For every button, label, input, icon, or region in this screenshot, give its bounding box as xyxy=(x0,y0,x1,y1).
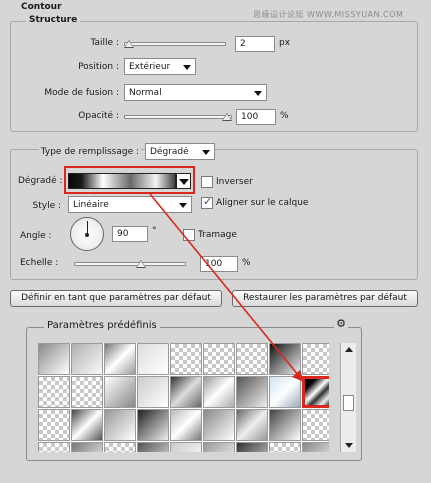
taille-input[interactable]: 2 xyxy=(235,36,275,52)
preset-tile[interactable] xyxy=(38,442,70,452)
watermark: 思缘设计论坛 WWW.MISSYUAN.COM xyxy=(253,10,404,19)
preset-tile[interactable] xyxy=(104,376,136,408)
preset-tile[interactable] xyxy=(38,376,70,408)
angle-label: Angle : xyxy=(20,231,52,241)
chevron-down-icon xyxy=(179,179,189,185)
chevron-down-icon xyxy=(183,65,191,70)
structure-legend: Structure xyxy=(26,15,81,25)
opacite-input[interactable]: 100 xyxy=(236,109,276,125)
tramage-checkbox[interactable] xyxy=(183,229,195,241)
angle-unit: ° xyxy=(152,226,157,236)
mode-select-value: Normal xyxy=(129,88,162,98)
preset-tile[interactable] xyxy=(137,376,169,408)
taille-label: Taille : xyxy=(90,38,119,48)
echelle-slider-thumb[interactable] xyxy=(136,260,146,268)
preset-tile[interactable] xyxy=(170,343,202,375)
preset-tile[interactable] xyxy=(71,376,103,408)
angle-input[interactable]: 90 xyxy=(112,226,148,242)
position-select-value: Extérieur xyxy=(129,62,171,72)
chevron-down-icon xyxy=(179,203,187,208)
preset-tile[interactable] xyxy=(137,442,169,452)
preset-tile[interactable] xyxy=(269,409,301,441)
preset-tile[interactable] xyxy=(269,376,301,408)
position-label: Position : xyxy=(78,62,119,72)
preset-tile[interactable] xyxy=(269,343,301,375)
restore-default-button[interactable]: Restaurer les paramètres par défaut xyxy=(232,290,418,307)
mode-label: Mode de fusion : xyxy=(44,88,119,98)
taille-slider-thumb[interactable] xyxy=(124,40,134,48)
preset-tile[interactable] xyxy=(137,409,169,441)
preset-tile[interactable] xyxy=(269,442,301,452)
taille-slider[interactable] xyxy=(124,42,226,46)
type-label: Type de remplissage : xyxy=(38,147,141,157)
preset-tile[interactable] xyxy=(170,376,202,408)
echelle-unit: % xyxy=(242,258,251,268)
angle-dial[interactable] xyxy=(70,217,104,251)
presets-scrollbar[interactable] xyxy=(340,343,356,452)
type-select[interactable]: Dégradé xyxy=(145,143,215,160)
preset-tile[interactable] xyxy=(71,343,103,375)
echelle-label: Echelle : xyxy=(20,258,59,268)
preset-tile[interactable] xyxy=(203,343,235,375)
gradient-dropdown-button[interactable] xyxy=(176,173,191,189)
angle-dial-center xyxy=(85,233,89,237)
inverser-label: Inverser xyxy=(216,177,253,187)
preset-tile[interactable] xyxy=(302,409,329,441)
style-label: Style : xyxy=(32,201,62,211)
preset-tile[interactable] xyxy=(302,442,329,452)
style-select-value: Linéaire xyxy=(73,200,109,210)
scroll-down-icon[interactable] xyxy=(345,443,353,448)
preset-tile[interactable] xyxy=(302,343,329,375)
mode-select[interactable]: Normal xyxy=(124,84,267,101)
preset-tile[interactable] xyxy=(203,442,235,452)
preset-tile[interactable] xyxy=(104,442,136,452)
preset-tile-selected[interactable] xyxy=(302,376,329,408)
gradient-label: Dégradé : xyxy=(18,176,63,186)
tramage-label: Tramage xyxy=(198,230,237,240)
preset-tile[interactable] xyxy=(170,409,202,441)
aligner-checkbox[interactable] xyxy=(201,195,213,209)
echelle-slider[interactable] xyxy=(74,262,186,266)
taille-unit: px xyxy=(279,38,291,48)
inverser-checkbox[interactable] xyxy=(201,176,213,188)
opacite-slider[interactable] xyxy=(124,115,232,119)
preset-tile[interactable] xyxy=(137,343,169,375)
preset-tile[interactable] xyxy=(236,442,268,452)
preset-tile[interactable] xyxy=(236,376,268,408)
gradient-picker[interactable] xyxy=(68,173,176,189)
aligner-label: Aligner sur le calque xyxy=(216,198,309,208)
preset-tile[interactable] xyxy=(104,343,136,375)
preset-tile[interactable] xyxy=(104,409,136,441)
opacite-unit: % xyxy=(280,111,289,121)
opacite-slider-thumb[interactable] xyxy=(222,113,232,121)
preset-tile[interactable] xyxy=(203,409,235,441)
gear-icon[interactable]: ⚙ xyxy=(334,318,348,330)
position-select[interactable]: Extérieur xyxy=(124,58,196,75)
preset-tile[interactable] xyxy=(71,409,103,441)
preset-tile[interactable] xyxy=(236,343,268,375)
scroll-up-icon[interactable] xyxy=(345,347,353,352)
preset-tile[interactable] xyxy=(71,442,103,452)
chevron-down-icon xyxy=(254,91,262,96)
set-default-button[interactable]: Définir en tant que paramètres par défau… xyxy=(10,290,222,307)
scroll-thumb[interactable] xyxy=(343,395,354,411)
style-select[interactable]: Linéaire xyxy=(68,196,192,213)
preset-tile[interactable] xyxy=(38,343,70,375)
preset-tile[interactable] xyxy=(38,409,70,441)
preset-tile[interactable] xyxy=(170,442,202,452)
preset-tile[interactable] xyxy=(203,376,235,408)
panel-title: Contour xyxy=(18,2,65,12)
opacite-label: Opacité : xyxy=(78,111,119,121)
type-select-value: Dégradé xyxy=(150,147,189,157)
presets-title: Paramètres prédéfinis xyxy=(44,320,160,331)
chevron-down-icon xyxy=(202,150,210,155)
presets-grid xyxy=(38,343,329,452)
preset-tile[interactable] xyxy=(236,409,268,441)
echelle-input[interactable]: 100 xyxy=(200,256,238,272)
